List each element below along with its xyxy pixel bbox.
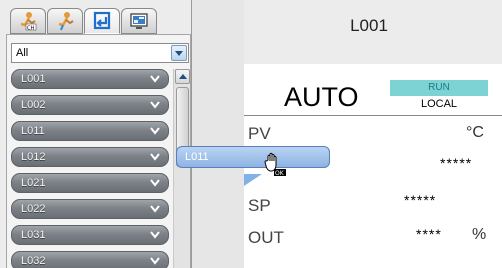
drag-ghost-tag: L011: [176, 146, 330, 168]
tag-item-label: L022: [21, 203, 46, 215]
location-label: LOCAL: [420, 98, 458, 110]
tag-item-l002[interactable]: L002: [11, 95, 169, 115]
out-label: OUT: [248, 228, 284, 247]
chevron-down-icon: [150, 179, 160, 187]
filter-value: All: [16, 47, 29, 59]
tag-browser-panel: CH All L001 L002 L011 L012 L021 L022 L03…: [0, 0, 192, 268]
cursor-ok-badge: OK: [275, 170, 285, 177]
faceplate-divider: [244, 115, 502, 116]
tag-item-label: L002: [21, 99, 46, 111]
tab-point-ch[interactable]: CH: [10, 8, 46, 34]
tag-list-panel: All L001 L002 L011 L012 L021 L022 L031 L…: [6, 34, 191, 268]
tag-item-label: L021: [21, 177, 46, 189]
tag-item-l032[interactable]: L032: [11, 251, 169, 268]
tag-item-l021[interactable]: L021: [11, 173, 169, 193]
tag-item-label: L001: [21, 73, 46, 85]
drag-ghost-label: L011: [185, 151, 209, 163]
run-status-badge: RUN: [390, 80, 488, 96]
tag-item-l022[interactable]: L022: [11, 199, 169, 219]
tab-point[interactable]: [47, 8, 83, 34]
mode-display: AUTO: [284, 82, 359, 112]
chevron-down-icon: [150, 75, 160, 83]
tag-item-label: L012: [21, 151, 46, 163]
tag-list-scrollbar[interactable]: [173, 69, 190, 268]
out-value: ****: [416, 226, 442, 242]
person-icon: [54, 11, 76, 31]
sp-label: SP: [248, 196, 271, 215]
return-arrow-icon: [91, 11, 113, 31]
faceplate-panel: L001 AUTO RUN LOCAL PV °C ***** SP *****…: [244, 0, 502, 268]
svg-text:CH: CH: [27, 25, 34, 31]
tag-item-l031[interactable]: L031: [11, 225, 169, 245]
pv-unit: °C: [466, 124, 484, 141]
chevron-down-icon: [150, 257, 160, 265]
sp-value: *****: [404, 192, 437, 208]
scroll-up-icon[interactable]: [175, 69, 190, 84]
tag-item-label: L011: [21, 125, 45, 137]
person-ch-icon: CH: [17, 11, 39, 31]
chevron-down-icon: [150, 101, 160, 109]
monitor-icon: [128, 11, 150, 31]
chevron-down-icon: [150, 231, 160, 239]
tag-item-label: L031: [21, 229, 46, 241]
tab-return[interactable]: [84, 8, 120, 34]
tab-display[interactable]: [121, 8, 157, 34]
faceplate-header: L001: [244, 0, 502, 64]
tag-item-l001[interactable]: L001: [11, 69, 169, 89]
pv-label: PV: [248, 124, 271, 143]
chevron-down-icon[interactable]: [171, 45, 187, 61]
filter-dropdown[interactable]: All: [11, 43, 189, 63]
chevron-down-icon: [150, 127, 160, 135]
pv-value: *****: [440, 155, 473, 171]
tag-item-label: L032: [21, 255, 46, 267]
out-unit: %: [472, 226, 487, 243]
sp-marker: [244, 174, 262, 186]
chevron-down-icon: [150, 205, 160, 213]
chevron-down-icon: [150, 153, 160, 161]
tag-item-l011[interactable]: L011: [11, 121, 169, 141]
faceplate-tag-name: L001: [350, 16, 388, 35]
tag-item-l012[interactable]: L012: [11, 147, 169, 167]
drag-hand-cursor-icon: OK: [262, 152, 288, 178]
